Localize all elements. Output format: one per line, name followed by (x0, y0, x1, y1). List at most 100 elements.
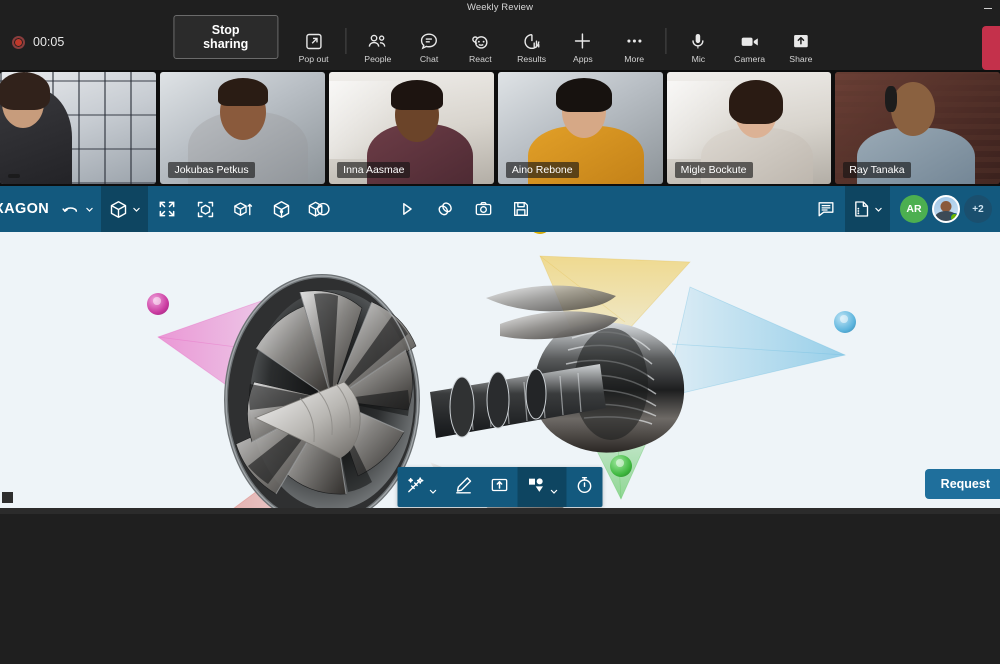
more-label: More (624, 55, 644, 64)
shapes-flag-icon (526, 475, 547, 500)
recording-timer: 00:05 (33, 35, 64, 49)
move-object-tool[interactable] (224, 186, 262, 232)
insert-image-tool[interactable] (482, 467, 518, 507)
presence-available-icon (950, 213, 959, 222)
save-tool[interactable] (502, 186, 540, 232)
camera-icon (738, 31, 761, 52)
play-icon (398, 200, 416, 218)
compare-models-tool[interactable] (300, 186, 338, 232)
light-marker-green[interactable] (610, 455, 632, 477)
chat-icon (419, 31, 440, 52)
shared-application: XAGON (0, 186, 1000, 514)
pop-out-label: Pop out (299, 55, 329, 64)
document-menu[interactable] (845, 186, 890, 232)
participant-name: Aino Rebone (506, 162, 579, 178)
more-ellipsis-icon (623, 30, 645, 52)
request-control-button[interactable]: Request (925, 469, 1000, 499)
chat-button[interactable]: Chat (403, 22, 454, 70)
timer-tool[interactable] (567, 467, 603, 507)
toolbar-divider-1 (345, 28, 346, 54)
link-tool[interactable] (426, 186, 464, 232)
mic-button[interactable]: Mic (673, 22, 724, 70)
react-icon (470, 31, 491, 52)
markup-toolbar (398, 467, 603, 507)
measure-tool[interactable] (398, 467, 446, 507)
participant-tile[interactable]: Ray Tanaka (835, 72, 1000, 184)
avatar-initials: AR (906, 203, 921, 215)
chat-label: Chat (420, 55, 438, 64)
participant-tile[interactable]: Inna Aasmae (329, 72, 494, 184)
light-cone-blue (665, 287, 845, 397)
model-viewport[interactable]: Request (0, 232, 1000, 514)
results-icon (521, 31, 542, 52)
meeting-controls-group: Stop sharing Pop out (173, 14, 826, 70)
results-label: Results (517, 55, 546, 64)
collaborator-avatars: AR +2 (900, 195, 1000, 223)
apps-button[interactable]: Apps (557, 22, 608, 70)
chevron-down-icon (550, 483, 559, 492)
cube-overlap-icon (307, 199, 331, 220)
participant-name: Inna Aasmae (337, 162, 410, 178)
participant-name (8, 174, 20, 178)
cube-arrow-up-icon (232, 199, 254, 220)
notes-panel-toggle[interactable] (807, 186, 845, 232)
app-toolbar: XAGON (0, 186, 1000, 232)
apps-plus-icon (572, 30, 594, 52)
pop-out-icon (303, 31, 324, 52)
note-lines-icon (816, 199, 836, 219)
magic-measure-icon (406, 475, 426, 500)
stop-sharing-button[interactable]: Stop sharing (173, 15, 278, 59)
share-label: Share (789, 55, 812, 64)
camera-photo-icon (473, 199, 494, 219)
people-button[interactable]: People (352, 22, 403, 70)
application-window: Weekly Review 00:05 Stop sharing Pop out (0, 0, 1000, 664)
more-button[interactable]: More (609, 22, 660, 70)
react-button[interactable]: React (455, 22, 506, 70)
participant-tile[interactable]: Migle Bockute (667, 72, 832, 184)
participant-name: Jokubas Petkus (168, 162, 254, 178)
window-title: Weekly Review (467, 2, 533, 13)
participant-name: Ray Tanaka (843, 162, 910, 178)
link-rings-icon (435, 199, 455, 219)
participant-tile[interactable] (0, 72, 156, 184)
explode-model-tool[interactable] (262, 186, 300, 232)
light-marker-blue[interactable] (834, 311, 856, 333)
image-insert-icon (490, 475, 510, 500)
share-button[interactable]: Share (775, 22, 826, 70)
chevron-down-icon (874, 205, 883, 214)
pop-out-button[interactable]: Pop out (288, 22, 339, 70)
collaborator-avatar-photo[interactable] (932, 195, 960, 223)
markup-shapes-tool[interactable] (518, 467, 567, 507)
fit-to-screen-tool[interactable] (148, 186, 186, 232)
minimize-icon[interactable] (982, 4, 994, 12)
chevron-down-icon (85, 205, 94, 214)
participant-name: Migle Bockute (675, 162, 753, 178)
chevron-down-icon (132, 205, 141, 214)
window-title-bar: Weekly Review (0, 0, 1000, 14)
results-button[interactable]: Results (506, 22, 557, 70)
expand-arrows-icon (157, 199, 177, 219)
light-marker-magenta[interactable] (147, 293, 169, 315)
chevron-down-icon (429, 483, 438, 492)
share-up-arrow-icon (790, 31, 811, 52)
participant-tile[interactable]: Jokubas Petkus (160, 72, 325, 184)
collaborator-overflow-count[interactable]: +2 (964, 195, 992, 223)
collaborator-avatar-ar[interactable]: AR (900, 195, 928, 223)
people-label: People (364, 55, 391, 64)
camera-button[interactable]: Camera (724, 22, 775, 70)
model-view-tool[interactable] (101, 186, 148, 232)
pen-underline-icon (454, 475, 474, 500)
annotate-pen-tool[interactable] (446, 467, 482, 507)
play-animation-tool[interactable] (388, 186, 426, 232)
leave-call-button[interactable] (982, 26, 1000, 70)
snapshot-tool[interactable] (464, 186, 502, 232)
participant-video-strip: Jokubas Petkus Inna Aasmae Aino Rebone M… (0, 70, 1000, 186)
orbit-rotate-tool[interactable] (54, 186, 101, 232)
people-icon (367, 31, 389, 52)
meeting-toolbar: 00:05 Stop sharing Pop out (0, 14, 1000, 70)
participant-tile[interactable]: Aino Rebone (498, 72, 663, 184)
overflow-count-label: +2 (972, 204, 983, 215)
resize-handle[interactable] (2, 492, 13, 503)
focus-selection-tool[interactable] (186, 186, 224, 232)
cube-icon (108, 199, 129, 220)
